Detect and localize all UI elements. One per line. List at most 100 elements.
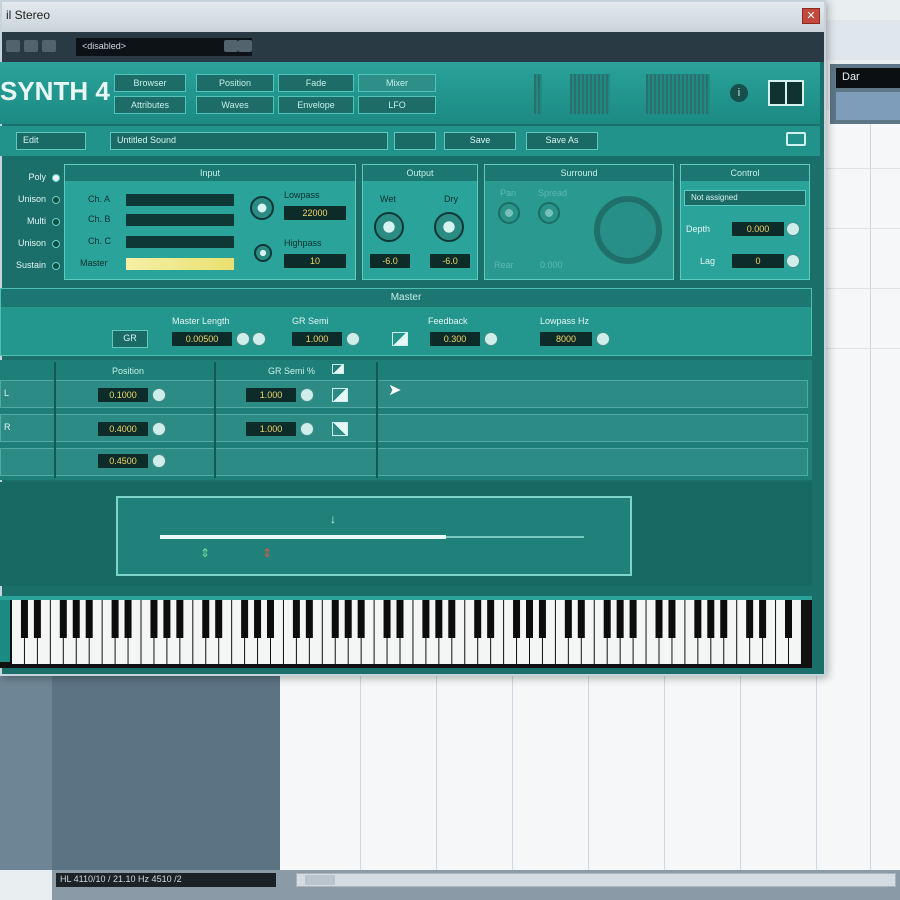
channel-b-slider[interactable]	[126, 214, 234, 226]
preset-prev-icon[interactable]	[224, 40, 238, 52]
black-key[interactable]	[474, 600, 482, 638]
horizontal-scrollbar[interactable]	[296, 873, 896, 887]
black-key[interactable]	[694, 600, 702, 638]
radio-button[interactable]	[52, 262, 60, 270]
black-key[interactable]	[448, 600, 456, 638]
fade-button[interactable]: Fade	[278, 74, 354, 92]
curve-icon[interactable]	[332, 388, 348, 402]
inspector-panel[interactable]	[52, 675, 280, 870]
curve-reverse-icon[interactable]	[332, 422, 348, 436]
black-key[interactable]	[357, 600, 365, 638]
curve-icon[interactable]	[392, 332, 408, 346]
black-key[interactable]	[267, 600, 274, 638]
track-list[interactable]	[0, 675, 52, 870]
power-icon[interactable]	[6, 40, 20, 52]
black-key[interactable]	[759, 600, 767, 638]
depth-value[interactable]: 0.000	[732, 222, 784, 236]
sound-icon[interactable]	[786, 132, 806, 146]
curve-icon[interactable]	[332, 364, 344, 374]
sidebar-item-label[interactable]: Unison	[0, 190, 60, 208]
black-key[interactable]	[72, 600, 80, 638]
wet-value[interactable]: -6.0	[370, 254, 410, 268]
book-icon[interactable]	[768, 80, 804, 106]
black-key[interactable]	[202, 600, 210, 638]
black-key[interactable]	[513, 600, 521, 638]
lowpass-hz-value[interactable]: 8000	[540, 332, 592, 346]
mode-select[interactable]: Edit	[16, 132, 86, 150]
sidebar-item-label[interactable]: Poly	[0, 168, 60, 186]
attributes-button[interactable]: Attributes	[114, 96, 186, 114]
scrollbar-thumb[interactable]	[305, 875, 335, 885]
radio-button[interactable]	[52, 218, 60, 226]
sidebar-item-label[interactable]: Multi	[0, 212, 60, 230]
black-key[interactable]	[487, 600, 495, 638]
browser-button[interactable]: Browser	[114, 74, 186, 92]
gr-semi-value[interactable]: 1.000	[292, 332, 342, 346]
spread-knob-icon[interactable]	[538, 202, 560, 224]
semi-value[interactable]: 1.000	[246, 422, 296, 436]
black-key[interactable]	[124, 600, 132, 638]
radio-button[interactable]	[52, 240, 60, 248]
track-region[interactable]	[836, 92, 900, 120]
lowpass-knob-icon[interactable]	[250, 196, 274, 220]
control-source-dropdown[interactable]: Not assigned	[684, 190, 806, 206]
black-key[interactable]	[331, 600, 339, 638]
black-key[interactable]	[668, 600, 676, 638]
black-key[interactable]	[603, 600, 611, 638]
lfo-button[interactable]: LFO	[358, 96, 436, 114]
master-length-spinner[interactable]	[252, 332, 266, 346]
lag-spinner[interactable]	[786, 254, 800, 268]
keyboard-wheel[interactable]	[0, 600, 10, 662]
waves-button[interactable]: Waves	[196, 96, 274, 114]
depth-spinner[interactable]	[786, 222, 800, 236]
lowpass-hz-spinner[interactable]	[596, 332, 610, 346]
master-length-spinner[interactable]	[236, 332, 250, 346]
black-key[interactable]	[33, 600, 41, 638]
gr-semi-spinner[interactable]	[346, 332, 360, 346]
black-key[interactable]	[176, 600, 184, 638]
position-value[interactable]: 0.4000	[98, 422, 148, 436]
bypass-icon[interactable]	[24, 40, 38, 52]
position-value[interactable]: 0.1000	[98, 388, 148, 402]
rear-value[interactable]: 0.000	[540, 260, 563, 270]
end-marker-icon[interactable]: ⇕	[262, 546, 272, 560]
black-key[interactable]	[655, 600, 663, 638]
black-key[interactable]	[785, 600, 792, 638]
black-key[interactable]	[241, 600, 249, 638]
black-key[interactable]	[305, 600, 313, 638]
save-button[interactable]: Save	[444, 132, 516, 150]
save-as-button[interactable]: Save As	[526, 132, 598, 150]
feedback-spinner[interactable]	[484, 332, 498, 346]
black-key[interactable]	[85, 600, 93, 638]
channel-c-slider[interactable]	[126, 236, 234, 248]
semi-value[interactable]: 1.000	[246, 388, 296, 402]
black-key[interactable]	[59, 600, 67, 638]
black-key[interactable]	[746, 600, 754, 638]
position-button[interactable]: Position	[196, 74, 274, 92]
sound-name-field[interactable]: Untitled Sound	[110, 132, 388, 150]
black-key[interactable]	[720, 600, 728, 638]
black-key[interactable]	[564, 600, 572, 638]
title-bar[interactable]: il Stereo ✕	[2, 2, 824, 32]
feedback-value[interactable]: 0.300	[430, 332, 480, 346]
position-range[interactable]	[160, 535, 446, 539]
track-name[interactable]: Dar	[836, 68, 900, 88]
close-icon[interactable]: ✕	[802, 8, 820, 24]
start-marker-icon[interactable]: ⇕	[200, 546, 210, 560]
black-key[interactable]	[526, 600, 533, 638]
position-marker-icon[interactable]: ↓	[330, 512, 336, 526]
piano-keyboard[interactable]	[0, 596, 812, 668]
black-key[interactable]	[616, 600, 624, 638]
sidebar-item-label[interactable]: Sustain	[0, 256, 60, 274]
lag-value[interactable]: 0	[732, 254, 784, 268]
sidebar-item-label[interactable]: Unison	[0, 234, 60, 252]
position-spinner[interactable]	[152, 422, 166, 436]
black-key[interactable]	[215, 600, 223, 638]
black-key[interactable]	[344, 600, 352, 638]
pan-knob-icon[interactable]	[498, 202, 520, 224]
sound-menu-button[interactable]	[394, 132, 436, 150]
black-key[interactable]	[629, 600, 637, 638]
black-key[interactable]	[422, 600, 430, 638]
black-key[interactable]	[396, 600, 404, 638]
black-key[interactable]	[254, 600, 262, 638]
